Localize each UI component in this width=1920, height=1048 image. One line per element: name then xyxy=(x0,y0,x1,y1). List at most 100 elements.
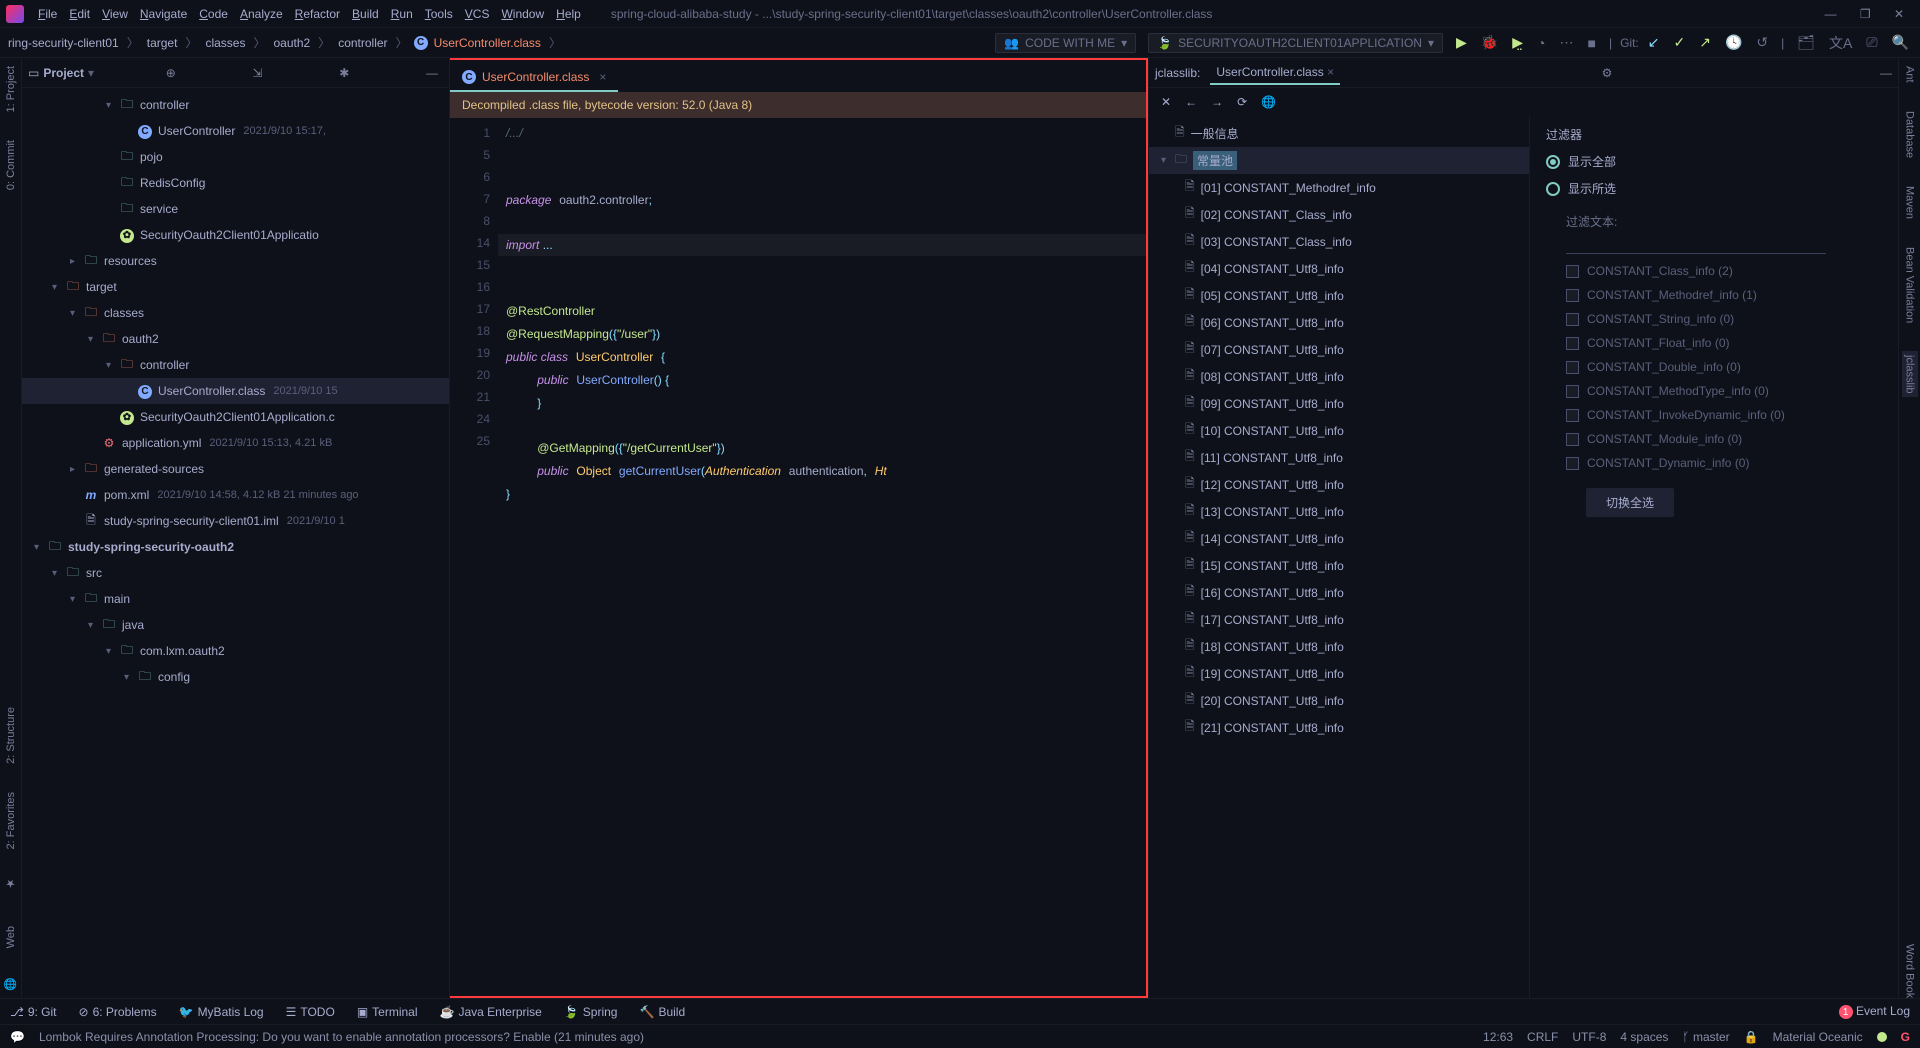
refresh-icon[interactable]: ⟳ xyxy=(1237,95,1247,109)
constant-pool-entry[interactable]: 🗎[07] CONSTANT_Utf8_info xyxy=(1149,336,1529,363)
constant-pool-entry[interactable]: 🗎[10] CONSTANT_Utf8_info xyxy=(1149,417,1529,444)
editor-tab[interactable]: C UserController.class × xyxy=(450,64,618,92)
favorites-tool-button[interactable]: 2: Favorites xyxy=(5,792,17,849)
close-tab-icon[interactable]: × xyxy=(1327,65,1334,79)
constant-pool-entry[interactable]: 🗎[18] CONSTANT_Utf8_info xyxy=(1149,633,1529,660)
filter-checkbox[interactable]: CONSTANT_Module_info (0) xyxy=(1566,432,1882,446)
ant-tool-button[interactable]: Ant xyxy=(1904,66,1916,83)
settings-icon[interactable]: ⚙ xyxy=(1602,66,1613,80)
tree-node-constant-pool[interactable]: ▾🗀常量池 xyxy=(1149,147,1529,174)
encoding[interactable]: UTF-8 xyxy=(1572,1030,1606,1044)
menu-window[interactable]: Window xyxy=(495,4,550,24)
constant-pool-entry[interactable]: 🗎[04] CONSTANT_Utf8_info xyxy=(1149,255,1529,282)
constant-pool-entry[interactable]: 🗎[06] CONSTANT_Utf8_info xyxy=(1149,309,1529,336)
filter-checkbox[interactable]: CONSTANT_InvokeDynamic_info (0) xyxy=(1566,408,1882,422)
tree-node[interactable]: ⚙application.yml2021/9/10 15:13, 4.21 kB xyxy=(22,430,449,456)
commit-tool-button[interactable]: 0: Commit xyxy=(5,140,17,190)
tree-node[interactable]: mpom.xml2021/9/10 14:58, 4.12 kB 21 minu… xyxy=(22,482,449,508)
toggle-all-button[interactable]: 切换全选 xyxy=(1586,488,1674,517)
git-rollback-icon[interactable]: ↺ xyxy=(1756,34,1768,51)
jclasslib-tab[interactable]: UserController.class × xyxy=(1210,61,1340,85)
tree-node[interactable]: ▾🗀config xyxy=(22,664,449,690)
event-log-button[interactable]: 1 Event Log xyxy=(1839,1004,1910,1020)
database-tool-button[interactable]: Database xyxy=(1904,111,1916,158)
filter-checkbox[interactable]: CONSTANT_String_info (0) xyxy=(1566,312,1882,326)
code-with-me-combo[interactable]: 👥CODE WITH ME▾ xyxy=(995,33,1136,53)
tree-node[interactable]: ✿SecurityOauth2Client01Applicatio xyxy=(22,222,449,248)
browser-icon[interactable]: 🌐 xyxy=(1261,95,1276,109)
tree-node[interactable]: 🗎study-spring-security-client01.iml2021/… xyxy=(22,508,449,534)
filter-checkbox[interactable]: CONSTANT_MethodType_info (0) xyxy=(1566,384,1882,398)
menu-view[interactable]: View xyxy=(96,4,134,24)
tree-node[interactable]: ▾🗀java xyxy=(22,612,449,638)
debug-button[interactable]: 🐞 xyxy=(1481,34,1498,51)
filter-input[interactable] xyxy=(1566,234,1826,254)
toolbox-icon[interactable]: 🗂 xyxy=(1797,34,1815,51)
radio-show-all[interactable]: 显示全部 xyxy=(1546,153,1882,170)
tree-node[interactable]: ▾🗀target xyxy=(22,274,449,300)
filter-checkbox[interactable]: CONSTANT_Methodref_info (1) xyxy=(1566,288,1882,302)
git-branch[interactable]: ᚶ master xyxy=(1682,1030,1729,1044)
menu-vcs[interactable]: VCS xyxy=(459,4,496,24)
breadcrumb-item[interactable]: classes xyxy=(203,36,247,50)
git-update-icon[interactable]: ↙ xyxy=(1648,34,1660,51)
status-message[interactable]: Lombok Requires Annotation Processing: D… xyxy=(39,1030,1469,1044)
constant-pool-entry[interactable]: 🗎[05] CONSTANT_Utf8_info xyxy=(1149,282,1529,309)
structure-tool-button[interactable]: 2: Structure xyxy=(5,707,17,764)
filter-checkbox[interactable]: CONSTANT_Class_info (2) xyxy=(1566,264,1882,278)
mybatis-tool-button[interactable]: 🐦 MyBatis Log xyxy=(179,1005,264,1019)
javaent-tool-button[interactable]: ☕ Java Enterprise xyxy=(440,1005,542,1019)
constant-pool-entry[interactable]: 🗎[17] CONSTANT_Utf8_info xyxy=(1149,606,1529,633)
maximize-button[interactable]: ❐ xyxy=(1860,7,1871,21)
constant-pool-entry[interactable]: 🗎[14] CONSTANT_Utf8_info xyxy=(1149,525,1529,552)
menu-file[interactable]: File xyxy=(32,4,63,24)
tree-node[interactable]: CUserController.class2021/9/10 15 xyxy=(22,378,449,404)
hide-icon[interactable]: — xyxy=(1880,66,1892,80)
tree-node[interactable]: ▾🗀controller xyxy=(22,92,449,118)
breadcrumb-item[interactable]: oauth2 xyxy=(271,36,312,50)
menu-build[interactable]: Build xyxy=(346,4,385,24)
constant-pool-entry[interactable]: 🗎[19] CONSTANT_Utf8_info xyxy=(1149,660,1529,687)
filter-checkbox[interactable]: CONSTANT_Float_info (0) xyxy=(1566,336,1882,350)
tree-node[interactable]: ▾🗀src xyxy=(22,560,449,586)
menu-help[interactable]: Help xyxy=(550,4,587,24)
profile-button[interactable]: ◔ xyxy=(1537,35,1545,51)
grep-console-icon[interactable]: G xyxy=(1901,1030,1910,1044)
filter-checkbox[interactable]: CONSTANT_Double_info (0) xyxy=(1566,360,1882,374)
tree-node[interactable]: ▾🗀controller xyxy=(22,352,449,378)
constant-pool-entry[interactable]: 🗎[08] CONSTANT_Utf8_info xyxy=(1149,363,1529,390)
tree-node[interactable]: ▾🗀com.lxm.oauth2 xyxy=(22,638,449,664)
tree-node[interactable]: ▾🗀main xyxy=(22,586,449,612)
constant-pool-entry[interactable]: 🗎[13] CONSTANT_Utf8_info xyxy=(1149,498,1529,525)
jclasslib-tree[interactable]: 🗎一般信息 ▾🗀常量池 🗎[01] CONSTANT_Methodref_inf… xyxy=(1149,116,1529,998)
back-icon[interactable]: ← xyxy=(1185,95,1197,109)
tree-node[interactable]: ▾🗀study-spring-security-oauth2 xyxy=(22,534,449,560)
constant-pool-entry[interactable]: 🗎[01] CONSTANT_Methodref_info xyxy=(1149,174,1529,201)
attach-button[interactable]: ⋯ xyxy=(1559,34,1573,51)
wordbook-tool-button[interactable]: Word Book xyxy=(1904,944,1916,998)
run-button[interactable]: ▶ xyxy=(1456,34,1467,51)
constant-pool-entry[interactable]: 🗎[16] CONSTANT_Utf8_info xyxy=(1149,579,1529,606)
constant-pool-entry[interactable]: 🗎[09] CONSTANT_Utf8_info xyxy=(1149,390,1529,417)
constant-pool-entry[interactable]: 🗎[12] CONSTANT_Utf8_info xyxy=(1149,471,1529,498)
screenshot-icon[interactable]: ⎚ xyxy=(1866,34,1877,51)
menu-tools[interactable]: Tools xyxy=(419,4,459,24)
build-tool-button[interactable]: 🔨 Build xyxy=(639,1005,685,1019)
tree-node[interactable]: ▾🗀oauth2 xyxy=(22,326,449,352)
line-separator[interactable]: CRLF xyxy=(1527,1030,1558,1044)
minimize-button[interactable]: — xyxy=(1824,7,1836,21)
tree-node[interactable]: ▸🗀generated-sources xyxy=(22,456,449,482)
expand-all-icon[interactable]: ⇲ xyxy=(248,66,268,80)
run-config-combo[interactable]: 🍃SECURITYOAUTH2CLIENT01APPLICATION▾ xyxy=(1148,33,1443,53)
constant-pool-entry[interactable]: 🗎[15] CONSTANT_Utf8_info xyxy=(1149,552,1529,579)
constant-pool-entry[interactable]: 🗎[20] CONSTANT_Utf8_info xyxy=(1149,687,1529,714)
filter-checkbox[interactable]: CONSTANT_Dynamic_info (0) xyxy=(1566,456,1882,470)
lock-icon[interactable]: 🔒 xyxy=(1744,1030,1759,1044)
menu-analyze[interactable]: Analyze xyxy=(234,4,289,24)
git-history-icon[interactable]: 🕓 xyxy=(1725,34,1742,51)
jclasslib-tool-button[interactable]: jclasslib xyxy=(1902,351,1918,398)
close-button[interactable]: ✕ xyxy=(1894,7,1904,21)
menu-run[interactable]: Run xyxy=(385,4,419,24)
select-opened-icon[interactable]: ⊕ xyxy=(161,66,181,80)
breadcrumb-item[interactable]: UserController.class xyxy=(432,36,543,50)
